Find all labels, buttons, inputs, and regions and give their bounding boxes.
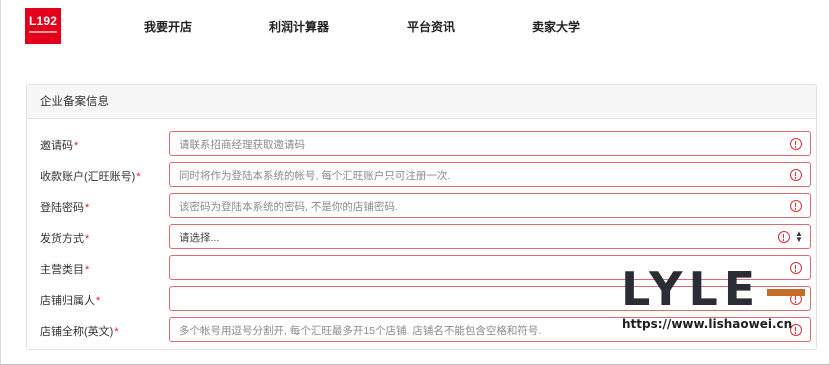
- payment-account-input[interactable]: 同时将作为登陆本系统的帐号, 每个汇旺账户只可注册一次.: [169, 162, 811, 187]
- watermark: LYLE https://www.lishaowei.cn: [621, 262, 805, 336]
- nav-platform-news[interactable]: 平台资讯: [407, 18, 455, 35]
- nav-open-store[interactable]: 我要开店: [144, 18, 192, 35]
- field-label: 店铺全称(英文)*: [40, 326, 119, 338]
- error-icon: [790, 262, 802, 274]
- field-label: 主营类目*: [40, 264, 90, 276]
- required-asterisk: *: [74, 140, 79, 152]
- field-label: 邀请码*: [40, 140, 79, 152]
- watermark-logo: LYLE: [621, 262, 762, 316]
- form-row-payment-account: 收款账户(汇旺账号)* 同时将作为登陆本系统的帐号, 每个汇旺账户只可注册一次.: [27, 160, 816, 191]
- watermark-url: https://www.lishaowei.cn: [622, 317, 793, 331]
- required-asterisk: *: [96, 295, 101, 307]
- logo-underline: [29, 31, 57, 33]
- site-logo[interactable]: L192: [25, 8, 61, 44]
- error-icon: [790, 169, 802, 181]
- nav-profit-calculator[interactable]: 利润计算器: [269, 18, 329, 35]
- field-label: 店铺归属人*: [40, 295, 101, 307]
- input-placeholder: 多个帐号用逗号分割开, 每个汇旺最多开15个店铺. 店铺名不能包含空格和符号.: [179, 325, 542, 337]
- page: L192 我要开店 利润计算器 平台资讯 卖家大学 企业备案信息 邀请码* 请联…: [0, 0, 830, 365]
- error-icon: [778, 231, 790, 243]
- form-row-invite-code: 邀请码* 请联系招商经理获取邀请码: [27, 129, 816, 160]
- field-label: 收款账户(汇旺账号)*: [40, 171, 141, 183]
- field-label: 登陆密码*: [40, 202, 90, 214]
- form-row-shipping-method: 发货方式* 请选择... ▲ ▼: [27, 222, 816, 253]
- required-asterisk: *: [85, 233, 90, 245]
- required-asterisk: *: [114, 326, 119, 338]
- watermark-accent-bar: [767, 289, 805, 296]
- required-asterisk: *: [136, 171, 141, 183]
- required-asterisk: *: [85, 264, 90, 276]
- nav-seller-university[interactable]: 卖家大学: [532, 18, 580, 35]
- input-placeholder: 同时将作为登陆本系统的帐号, 每个汇旺账户只可注册一次.: [179, 170, 451, 182]
- invite-code-input[interactable]: 请联系招商经理获取邀请码: [169, 131, 811, 156]
- select-selected-value: 请选择...: [179, 232, 220, 244]
- select-caret-icon: ▲ ▼: [795, 229, 803, 244]
- input-placeholder: 该密码为登陆本系统的密码, 不是你的店铺密码.: [179, 201, 398, 213]
- form-row-password: 登陆密码* 该密码为登陆本系统的密码, 不是你的店铺密码.: [27, 191, 816, 222]
- card-title: 企业备案信息: [27, 85, 816, 119]
- error-icon: [790, 200, 802, 212]
- top-navigation: L192 我要开店 利润计算器 平台资讯 卖家大学: [1, 0, 829, 52]
- field-label: 发货方式*: [40, 233, 90, 245]
- error-icon: [790, 138, 802, 150]
- logo-text: L192: [29, 14, 58, 28]
- shipping-method-select[interactable]: 请选择... ▲ ▼: [169, 224, 811, 249]
- required-asterisk: *: [85, 202, 90, 214]
- input-placeholder: 请联系招商经理获取邀请码: [179, 139, 305, 151]
- password-input[interactable]: 该密码为登陆本系统的密码, 不是你的店铺密码.: [169, 193, 811, 218]
